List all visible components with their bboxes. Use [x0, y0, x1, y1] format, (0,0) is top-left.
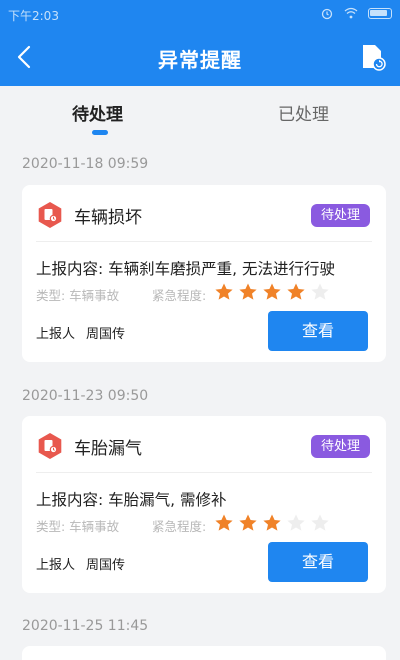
star-filled-icon — [239, 514, 257, 531]
reporter-label: 上报人 — [36, 558, 76, 573]
view-button[interactable]: 查看 — [268, 542, 368, 582]
status-badge: 待处理 — [310, 435, 370, 458]
status-icons — [320, 6, 392, 20]
page-title: 异常提醒 — [158, 48, 242, 72]
status-bar: 下午2:03 — [0, 0, 400, 28]
report-title: 车辆损坏 — [74, 208, 142, 228]
star-filled-icon — [263, 283, 281, 300]
status-time: 下午2:03 — [8, 9, 59, 23]
urgency-rating — [214, 282, 330, 302]
star-filled-icon — [239, 283, 257, 300]
report-card: 车辆损坏 待处理 上报内容: 车辆刹车磨损严重, 无法进行行驶 类型: 车辆事故… — [22, 185, 386, 362]
star-filled-icon — [215, 514, 233, 531]
battery-icon — [368, 7, 392, 19]
urgency-label: 紧急程度: — [152, 288, 207, 303]
status-badge: 待处理 — [310, 204, 370, 227]
report-card — [22, 646, 386, 660]
star-filled-icon — [263, 514, 281, 531]
report-content: 上报内容: 车辆刹车磨损严重, 无法进行行驶 — [36, 260, 336, 278]
star-filled-icon — [287, 283, 305, 300]
export-document-icon[interactable] — [360, 43, 386, 71]
app-header: 下午2:03 异常提醒 — [0, 0, 400, 86]
alarm-icon — [321, 8, 333, 20]
star-empty-icon — [311, 283, 329, 300]
divider — [36, 472, 372, 473]
wifi-icon — [344, 7, 358, 19]
tab-pending[interactable]: 待处理 — [72, 100, 123, 125]
report-date: 2020-11-23 09:50 — [22, 388, 149, 404]
star-empty-icon — [311, 514, 329, 531]
reporter-name: 周国传 — [86, 327, 126, 342]
report-content: 上报内容: 车胎漏气, 需修补 — [36, 491, 227, 509]
report-card: 车胎漏气 待处理 上报内容: 车胎漏气, 需修补 类型: 车辆事故 紧急程度: … — [22, 416, 386, 593]
urgency-label: 紧急程度: — [152, 519, 207, 534]
star-empty-icon — [287, 514, 305, 531]
active-tab-indicator — [92, 130, 108, 135]
alert-hexagon-icon — [38, 202, 62, 228]
report-date: 2020-11-25 11:45 — [22, 618, 149, 634]
status-tabs: 待处理 已处理 — [0, 86, 400, 140]
reporter-name: 周国传 — [86, 558, 126, 573]
divider — [36, 241, 372, 242]
report-date: 2020-11-18 09:59 — [22, 156, 149, 172]
view-button[interactable]: 查看 — [268, 311, 368, 351]
tab-processed[interactable]: 已处理 — [278, 100, 329, 125]
alert-hexagon-icon — [38, 433, 62, 459]
report-type: 类型: 车辆事故 — [36, 519, 120, 534]
urgency-rating — [214, 513, 330, 533]
reporter-label: 上报人 — [36, 327, 76, 342]
star-filled-icon — [215, 283, 233, 300]
report-type: 类型: 车辆事故 — [36, 288, 120, 303]
report-title: 车胎漏气 — [74, 439, 142, 459]
